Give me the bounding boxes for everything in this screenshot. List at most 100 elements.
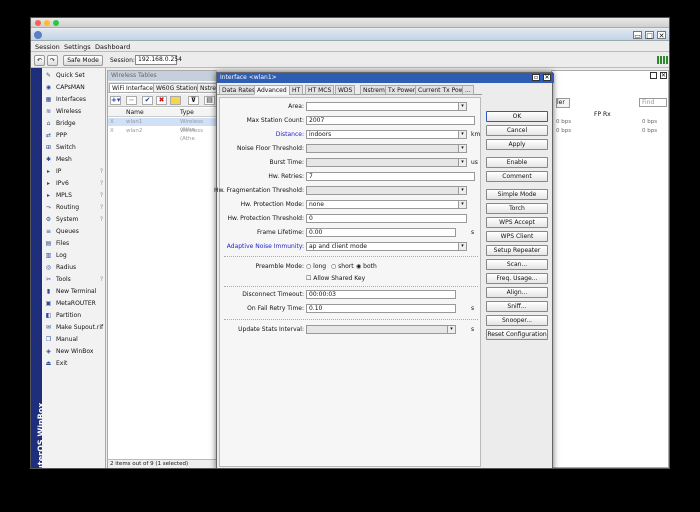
align-button[interactable]: Align... (486, 287, 548, 298)
sidebar-item-manual[interactable]: ❐ Manual (42, 334, 106, 346)
sidebar-item-exit[interactable]: ⏏ Exit (42, 358, 106, 370)
sidebar-item-wireless[interactable]: ≋ Wireless (42, 106, 106, 118)
menu-settings[interactable]: Settings (64, 43, 91, 51)
dropdown-icon[interactable]: ▾ (447, 326, 455, 333)
apply-button[interactable]: Apply (486, 139, 548, 150)
sidebar-item-make-supout-rif[interactable]: ✉ Make Supout.rif (42, 322, 106, 334)
enable-icon[interactable]: ✔ (142, 96, 153, 105)
on-fail-field[interactable]: 0.10 (306, 304, 456, 313)
tab-wds[interactable]: WDS (335, 85, 356, 95)
sidebar-item-queues[interactable]: ≡ Queues (42, 226, 106, 238)
redo-icon[interactable]: ↷ (47, 55, 58, 66)
sidebar-item-quick-set[interactable]: ✎ Quick Set (42, 70, 106, 82)
sidebar-item-ppp[interactable]: ⇄ PPP (42, 130, 106, 142)
freq-usage-button[interactable]: Freq. Usage... (486, 273, 548, 284)
sidebar-item-system[interactable]: ⚙ System? (42, 214, 106, 226)
scan-button[interactable]: Scan... (486, 259, 548, 270)
disc-timeout-field[interactable]: 00:00:03 (306, 290, 456, 299)
table-row[interactable]: X wlan1 Wireless (Athe (108, 118, 218, 133)
undo-icon[interactable]: ↶ (34, 55, 45, 66)
enable-button[interactable]: Enable (486, 157, 548, 168)
comment-icon[interactable] (170, 96, 181, 105)
sidebar-item-log[interactable]: ▥ Log (42, 250, 106, 262)
hw-retries-field[interactable]: 7 (306, 172, 475, 181)
sidebar-item-interfaces[interactable]: ▦ Interfaces (42, 94, 106, 106)
sidebar-item-mesh[interactable]: ✱ Mesh (42, 154, 106, 166)
dropdown-icon[interactable]: ▾ (458, 145, 466, 152)
window-restore-icon[interactable] (650, 72, 657, 79)
snooper-button[interactable]: Snooper... (486, 315, 548, 326)
add-icon[interactable]: +▾ (110, 96, 121, 105)
dropdown-icon[interactable]: ▾ (458, 243, 466, 250)
update-stats-field[interactable]: ▾ (306, 325, 456, 334)
minimize-window-button[interactable] (44, 20, 50, 26)
setup-repeater-button[interactable]: Setup Repeater (486, 245, 548, 256)
session-address[interactable]: 192.168.0.254 (135, 55, 182, 65)
wps-client-button[interactable]: WPS Client (486, 231, 548, 242)
adaptive-noise-field[interactable]: ap and client mode ▾ (306, 242, 467, 251)
filter-icon[interactable]: ⊽ (188, 96, 199, 105)
menu-session[interactable]: Session (35, 43, 60, 51)
zoom-window-button[interactable] (53, 20, 59, 26)
dialog-restore-icon[interactable]: ▫ (532, 74, 540, 81)
settings-icon[interactable]: ▤ (204, 96, 215, 105)
simple-mode-button[interactable]: Simple Mode (486, 189, 548, 200)
close-icon[interactable]: ✕ (657, 31, 666, 40)
window-close-icon[interactable]: ✕ (660, 72, 667, 79)
column-type[interactable]: Type (180, 109, 194, 116)
sniff-button[interactable]: Sniff... (486, 301, 548, 312)
comment-button[interactable]: Comment (486, 171, 548, 182)
remove-icon[interactable]: − (126, 96, 137, 105)
sidebar-item-files[interactable]: ▤ Files (42, 238, 106, 250)
find-input[interactable]: Find (639, 98, 667, 107)
preamble-both-radio[interactable]: ◉ both (356, 263, 377, 270)
dropdown-icon[interactable]: ▾ (458, 187, 466, 194)
tab-more[interactable]: ... (462, 85, 474, 95)
tab-data-rates[interactable]: Data Rates (219, 85, 259, 95)
column-name[interactable]: Name (126, 109, 144, 116)
allow-shared-key-checkbox[interactable]: ☐ Allow Shared Key (306, 275, 365, 282)
maximize-icon[interactable]: □ (645, 31, 654, 40)
hw-floor-field[interactable]: ▾ (306, 144, 467, 153)
wps-accept-button[interactable]: WPS Accept (486, 217, 548, 228)
hw-prot-mode-field[interactable]: none ▾ (306, 200, 467, 209)
cancel-button[interactable]: Cancel (486, 125, 548, 136)
reset-configuration-button[interactable]: Reset Configuration (486, 329, 548, 340)
sidebar-item-switch[interactable]: ⊞ Switch (42, 142, 106, 154)
hw-prot-thr-field[interactable]: 0 (306, 214, 467, 223)
disable-icon[interactable]: ✖ (156, 96, 167, 105)
table-row[interactable]: X wlan2 Wireless (Athe (108, 127, 218, 142)
distance-field[interactable]: indoors ▾ (306, 130, 467, 139)
close-window-button[interactable] (35, 20, 41, 26)
column-fp-rx[interactable]: FP Rx (594, 111, 611, 118)
safe-mode-button[interactable]: Safe Mode (63, 55, 103, 66)
hw-frag-field[interactable]: ▾ (306, 186, 467, 195)
sidebar-item-radius[interactable]: ◎ Radius (42, 262, 106, 274)
tab-ht-mcs[interactable]: HT MCS (305, 85, 335, 95)
restore-icon[interactable]: ▭ (633, 31, 642, 40)
menu-dashboard[interactable]: Dashboard (95, 43, 130, 51)
partial-button[interactable]: ler (556, 98, 570, 108)
dropdown-icon[interactable]: ▾ (458, 201, 466, 208)
dropdown-icon[interactable]: ▾ (458, 103, 466, 110)
dropdown-icon[interactable]: ▾ (458, 131, 466, 138)
sidebar-item-ip[interactable]: ▸ IP? (42, 166, 106, 178)
tab-tx-power[interactable]: Tx Power (385, 85, 419, 95)
dropdown-icon[interactable]: ▾ (458, 159, 466, 166)
sidebar-item-metarouter[interactable]: ▣ MetaROUTER (42, 298, 106, 310)
sidebar-item-new-terminal[interactable]: ▮ New Terminal (42, 286, 106, 298)
frame-lifetime-field[interactable]: 0.00 (306, 228, 456, 237)
sidebar-item-tools[interactable]: ✂ Tools? (42, 274, 106, 286)
sidebar-item-routing[interactable]: ⤳ Routing? (42, 202, 106, 214)
sidebar-item-capsman[interactable]: ◉ CAPsMAN (42, 82, 106, 94)
torch-button[interactable]: Torch (486, 203, 548, 214)
ok-button[interactable]: OK (486, 111, 548, 122)
tab-wifi-interfaces[interactable]: WiFi Interfaces (109, 83, 160, 93)
sidebar-item-ipv6[interactable]: ▸ IPv6? (42, 178, 106, 190)
sidebar-item-mpls[interactable]: ▸ MPLS? (42, 190, 106, 202)
sidebar-item-new-winbox[interactable]: ◈ New WinBox (42, 346, 106, 358)
tab-advanced[interactable]: Advanced (254, 85, 290, 95)
area-field[interactable]: ▾ (306, 102, 467, 111)
tab-w60g-station[interactable]: W60G Station (153, 83, 201, 93)
sidebar-item-bridge[interactable]: ⌂ Bridge (42, 118, 106, 130)
